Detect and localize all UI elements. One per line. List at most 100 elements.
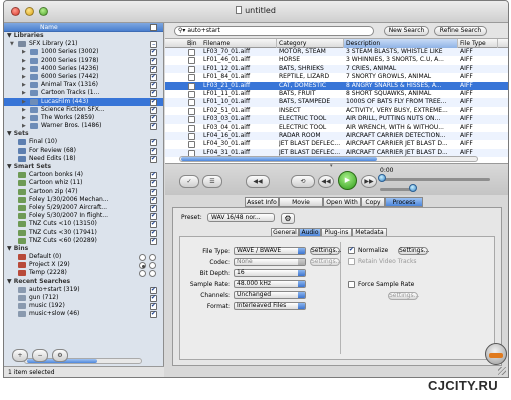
sidebar-item[interactable]: ▶ The Works (2859) bbox=[4, 114, 163, 122]
table-row[interactable]: LF01_10_01.aiff BATS, STAMPEDE 1000S OF BA… bbox=[165, 98, 508, 107]
bin-checkbox[interactable] bbox=[188, 116, 195, 124]
sidebar-item[interactable]: gun (712) bbox=[4, 294, 163, 302]
bin-radio[interactable] bbox=[139, 262, 146, 270]
bin-checkbox[interactable] bbox=[188, 132, 195, 140]
new-search-button[interactable]: New Search bbox=[384, 26, 429, 36]
sidebar-item-checkbox[interactable] bbox=[150, 188, 157, 196]
loop-button[interactable]: ⟲ bbox=[291, 175, 315, 188]
disclosure-triangle-icon[interactable]: ▶ bbox=[22, 98, 26, 106]
column-header-bin[interactable]: Bin bbox=[165, 39, 197, 48]
sidebar-item-checkbox[interactable] bbox=[150, 98, 157, 106]
refine-search-button[interactable]: Refine Search bbox=[434, 26, 487, 36]
sidebar-item[interactable]: ▶ Warner Bros. (1486) bbox=[4, 122, 163, 130]
sidebar-item[interactable]: ▶ Cartoon Tracks (1... bbox=[4, 89, 163, 98]
force-sample-rate-checkbox[interactable] bbox=[348, 281, 355, 288]
sidebar-item-checkbox[interactable] bbox=[150, 57, 157, 65]
list-button[interactable]: ☰ bbox=[202, 175, 222, 188]
sidebar-section-header[interactable]: ▼ Sets bbox=[4, 130, 163, 138]
tab-asset-info[interactable]: Asset Info bbox=[245, 197, 279, 207]
sidebar-item[interactable]: ▶ 4000 Series (4236) bbox=[4, 65, 163, 73]
gear-icon[interactable]: ⚙ bbox=[52, 349, 68, 362]
sidebar-item-checkbox[interactable] bbox=[150, 89, 157, 98]
disclosure-triangle-icon[interactable]: ▶ bbox=[22, 114, 26, 122]
sidebar-item[interactable]: TNZ Cuts <10 (13150) bbox=[4, 220, 163, 229]
bin-checkbox[interactable] bbox=[188, 65, 195, 73]
sidebar-item[interactable]: ▶ 2000 Series (1978) bbox=[4, 57, 163, 65]
search-input[interactable]: ⚲▾ auto+start bbox=[174, 26, 374, 36]
sidebar-item[interactable]: Cartoon whiz (11) bbox=[4, 179, 163, 188]
sidebar-item[interactable]: Final (10) bbox=[4, 138, 163, 147]
bin-checkbox[interactable] bbox=[188, 90, 195, 98]
sidebar-item[interactable]: Temp (2228) bbox=[4, 269, 163, 278]
sidebar-item[interactable]: Cartoon zip (47) bbox=[4, 188, 163, 196]
bin-checkbox[interactable] bbox=[188, 99, 195, 107]
tab-copy[interactable]: Copy bbox=[361, 197, 385, 207]
column-header-file-type[interactable]: File Type bbox=[458, 39, 498, 48]
bin-checkbox[interactable] bbox=[188, 141, 195, 149]
sidebar-item-checkbox[interactable] bbox=[150, 179, 157, 188]
sidebar-section-header[interactable]: ▼ Bins bbox=[4, 245, 163, 253]
sidebar-item-checkbox[interactable] bbox=[150, 138, 157, 147]
disclosure-triangle-icon[interactable]: ▼ bbox=[7, 130, 14, 137]
disclosure-triangle-icon[interactable]: ▶ bbox=[22, 73, 26, 81]
gear-icon[interactable]: ⚙ bbox=[281, 213, 295, 224]
sidebar-item-checkbox[interactable] bbox=[150, 237, 157, 245]
normalize-settings-button[interactable]: Settings... bbox=[398, 247, 429, 255]
sidebar-item-checkbox[interactable] bbox=[150, 229, 157, 237]
sidebar-item-checkbox[interactable] bbox=[150, 106, 157, 114]
sidebar-item-checkbox[interactable] bbox=[150, 122, 157, 130]
tab-process[interactable]: Process bbox=[385, 197, 423, 207]
sidebar-item[interactable]: music (192) bbox=[4, 302, 163, 310]
table-row[interactable]: LF01_46_01.aiff HORSE 3 WHINNIES, 3 SNORTS… bbox=[165, 56, 508, 65]
sidebar-item[interactable]: ▶ LucasFilm (443) bbox=[4, 97, 163, 106]
volume-knob[interactable] bbox=[409, 184, 417, 192]
sidebar-item-checkbox[interactable] bbox=[150, 196, 157, 204]
sidebar-item-checkbox[interactable] bbox=[150, 171, 157, 179]
disclosure-triangle-icon[interactable]: ▶ bbox=[22, 89, 26, 97]
sidebar-item-checkbox[interactable] bbox=[150, 147, 157, 155]
position-knob[interactable] bbox=[378, 174, 386, 182]
table-row[interactable]: LF04_16_01.aiff RADAR ROOM AIRCRAFT CARRIE… bbox=[165, 131, 508, 141]
disclosure-triangle-icon[interactable]: ▶ bbox=[22, 57, 26, 65]
bin-target-radio[interactable] bbox=[149, 262, 156, 270]
table-row[interactable]: LF04_30_01.aiff JET BLAST DEFLEC... AIRCRA… bbox=[165, 140, 508, 149]
sidebar-item[interactable]: music+slow (46) bbox=[4, 310, 163, 319]
add-icon[interactable]: + bbox=[12, 349, 28, 362]
sidebar-item-checkbox[interactable] bbox=[150, 212, 157, 220]
sample-rate-select[interactable]: 48.000 kHz bbox=[234, 280, 306, 288]
table-row[interactable]: LF03_70_01.aiff MOTOR, STEAM 3 STEAM BLAST… bbox=[165, 48, 508, 57]
disclosure-triangle-icon[interactable]: ▶ bbox=[22, 106, 26, 114]
table-scrollbar[interactable] bbox=[179, 156, 478, 162]
title-bar[interactable]: untitled bbox=[4, 1, 508, 23]
force-sample-rate-settings-button[interactable]: Settings... bbox=[388, 292, 419, 300]
file-type-select[interactable]: WAVE / BWAVE bbox=[234, 247, 306, 255]
sidebar-item-checkbox[interactable] bbox=[150, 294, 157, 302]
header-checkbox[interactable] bbox=[150, 24, 157, 31]
sidebar-item-checkbox[interactable] bbox=[150, 286, 157, 294]
table-row[interactable]: LF03_21_01.aiff CAT, DOMESTIC 8 ANGRY SNAR… bbox=[165, 81, 508, 90]
sidebar-item[interactable]: For Review (68) bbox=[4, 147, 163, 155]
sidebar-item[interactable]: Default (0) bbox=[4, 253, 163, 262]
bin-checkbox[interactable] bbox=[188, 74, 195, 82]
bin-checkbox[interactable] bbox=[188, 57, 195, 65]
table-row[interactable]: LF03_03_01.aiff ELECTRIC TOOL AIR DRILL, P… bbox=[165, 115, 508, 124]
bin-radio[interactable] bbox=[139, 270, 146, 278]
sidebar-item[interactable]: ▶ 6000 Series (7442) bbox=[4, 73, 163, 81]
sidebar-item[interactable]: Need Edits (18) bbox=[4, 155, 163, 163]
table-row[interactable]: LF03_04_01.aiff ELECTRIC TOOL AIR WRENCH, … bbox=[165, 124, 508, 132]
sidebar-item[interactable]: ▶ Science Fiction SFX... bbox=[4, 106, 163, 114]
channels-select[interactable]: Unchanged bbox=[234, 291, 306, 299]
sidebar-section-header[interactable]: ▼ Smart Sets bbox=[4, 163, 163, 171]
sidebar-item[interactable]: ▶ 1000 Series (3002) bbox=[4, 48, 163, 57]
sidebar-item-checkbox[interactable] bbox=[150, 114, 157, 122]
sidebar-section-header[interactable]: ▼ Recent Searches bbox=[4, 278, 163, 286]
resize-grip-icon[interactable] bbox=[498, 367, 506, 375]
sidebar-item-checkbox[interactable] bbox=[150, 220, 157, 229]
bin-radio[interactable] bbox=[139, 254, 146, 262]
tab-movie-preview[interactable]: Movie Preview bbox=[279, 197, 323, 215]
disclosure-triangle-icon[interactable]: ▼ bbox=[7, 163, 14, 170]
disclosure-triangle-icon[interactable]: ▶ bbox=[22, 122, 26, 130]
disclosure-triangle-icon[interactable]: ▼ bbox=[7, 245, 14, 252]
table-row[interactable]: LF02_51_01.aiff INSECT ACTIVITY, VERY BUSY… bbox=[165, 107, 508, 115]
disclosure-triangle-icon[interactable]: ▶ bbox=[22, 48, 26, 56]
